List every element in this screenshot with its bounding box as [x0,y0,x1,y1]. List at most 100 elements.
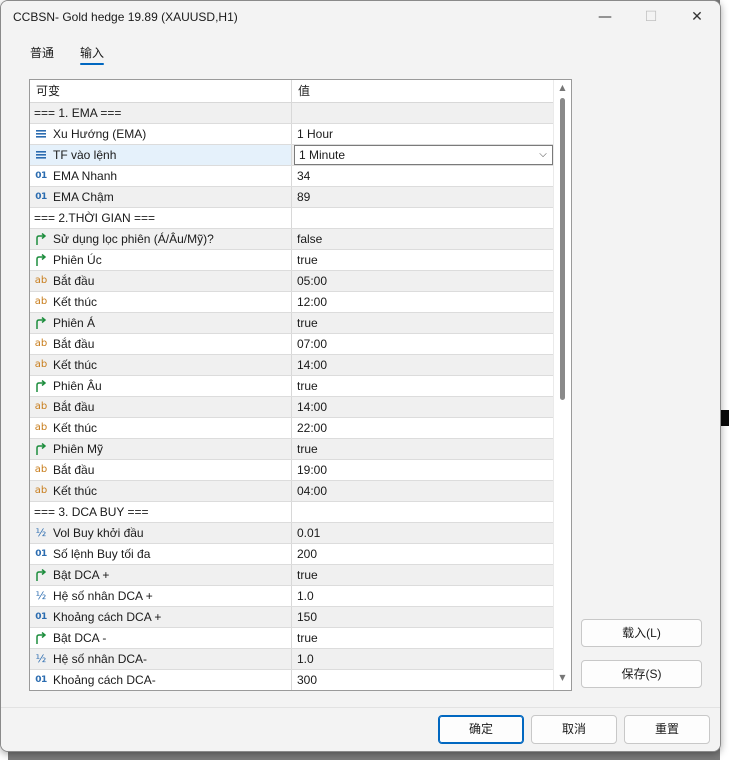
scrollbar-thumb[interactable] [560,98,565,400]
ok-button[interactable]: 确定 [438,715,524,744]
scroll-up-arrow-icon[interactable]: ▲ [554,83,571,97]
parameter-value-cell[interactable]: 89 [292,187,553,207]
parameter-value-cell[interactable]: 12:00 [292,292,553,312]
group-header-row[interactable]: === 2.THỜI GIAN === [30,208,571,229]
parameter-row[interactable]: ab Bắt đầu 05:00 [30,271,571,292]
parameter-row[interactable]: ab Kết thúc 12:00 [30,292,571,313]
parameter-value-cell[interactable]: true [292,376,553,396]
parameter-value-cell[interactable]: false [292,229,553,249]
parameter-row[interactable]: Bật DCA + true [30,565,571,586]
parameter-value: 1.0 [297,589,314,603]
parameter-row[interactable]: Sử dụng lọc phiên (Á/Âu/Mỹ)? false [30,229,571,250]
parameter-row[interactable]: 01 EMA Chậm 89 [30,187,571,208]
parameter-value-cell[interactable]: 19:00 [292,460,553,480]
integer-type-icon: 01 [35,171,47,181]
parameter-row[interactable]: ab Bắt đầu 19:00 [30,460,571,481]
parameter-value-cell[interactable]: 0.01 [292,523,553,543]
parameter-value-cell[interactable] [292,502,553,522]
title-bar[interactable]: CCBSN- Gold hedge 19.89 (XAUUSD,H1) — ☐ … [1,1,720,33]
parameter-name-cell: === 1. EMA === [30,103,292,123]
group-header-row[interactable]: === 3. DCA BUY === [30,502,571,523]
parameter-row[interactable]: 01 Khoảng cách DCA + 150 [30,607,571,628]
chevron-down-icon[interactable]: ⌵ [534,145,552,165]
parameter-value-cell[interactable]: 14:00 [292,397,553,417]
parameter-value-cell[interactable]: 04:00 [292,481,553,501]
timeframe-select[interactable]: 1 Minute ⌵ [294,145,553,165]
parameter-value-cell[interactable]: true [292,313,553,333]
parameter-row[interactable]: Bật DCA - true [30,628,571,649]
parameter-value-cell[interactable]: 300 [292,670,553,690]
parameter-row[interactable]: TF vào lệnh 1 Minute ⌵ [30,145,571,166]
parameter-row[interactable]: ½ Hệ số nhân DCA + 1.0 [30,586,571,607]
tab-common[interactable]: 普通 [30,44,54,65]
parameter-name-cell: Phiên Á [30,313,292,333]
parameter-value-cell[interactable] [292,103,553,123]
group-header-row[interactable]: === 1. EMA === [30,103,571,124]
parameter-value-cell[interactable]: 22:00 [292,418,553,438]
parameter-row[interactable]: Phiên Mỹ true [30,439,571,460]
parameter-row[interactable]: ab Bắt đầu 14:00 [30,397,571,418]
parameter-name: === 3. DCA BUY === [34,505,149,519]
double-type-icon: ½ [35,526,47,539]
parameter-name-cell: ab Kết thúc [30,355,292,375]
parameter-row[interactable]: ab Kết thúc 04:00 [30,481,571,502]
parameter-value: 200 [297,547,318,561]
save-button[interactable]: 保存(S) [581,660,702,688]
enum-type-icon [34,148,48,162]
parameter-row[interactable]: Phiên Âu true [30,376,571,397]
parameter-value-cell[interactable]: true [292,565,553,585]
parameter-value-cell[interactable]: 150 [292,607,553,627]
parameter-name: Hệ số nhân DCA- [53,652,148,666]
parameter-value-cell[interactable]: 07:00 [292,334,553,354]
scroll-down-arrow-icon[interactable]: ▼ [554,673,571,687]
parameter-value-cell[interactable]: true [292,628,553,648]
parameter-row[interactable]: ½ Vol Buy khởi đầu 0.01 [30,523,571,544]
close-button[interactable]: ✕ [674,1,720,33]
parameter-name: TF vào lệnh [53,148,117,162]
string-type-icon: ab [34,422,48,433]
parameter-name-cell: ab Bắt đầu [30,460,292,480]
parameter-row[interactable]: ab Kết thúc 14:00 [30,355,571,376]
cancel-button[interactable]: 取消 [531,715,617,744]
header-value[interactable]: 值 [292,80,553,102]
parameter-value-cell[interactable]: true [292,250,553,270]
timeframe-select-value: 1 Minute [299,148,346,162]
vertical-scrollbar[interactable]: ▲ ▼ [553,80,571,690]
header-variable[interactable]: 可变 [30,80,292,102]
parameter-name: Bắt đầu [53,463,95,477]
parameter-value-cell[interactable]: 14:00 [292,355,553,375]
parameter-value-cell[interactable]: 05:00 [292,271,553,291]
parameter-row[interactable]: 01 EMA Nhanh 34 [30,166,571,187]
parameter-value-cell[interactable]: 1.0 [292,649,553,669]
integer-type-icon: 01 [35,675,47,685]
reset-button[interactable]: 重置 [624,715,710,744]
load-button[interactable]: 载入(L) [581,619,702,647]
parameter-row[interactable]: ½ Hệ số nhân DCA- 1.0 [30,649,571,670]
dialog-footer: 确定 取消 重置 [1,707,720,751]
minimize-button[interactable]: — [582,1,628,33]
parameter-row[interactable]: Phiên Á true [30,313,571,334]
parameter-row[interactable]: Phiên Úc true [30,250,571,271]
parameter-value: 0.01 [297,526,321,540]
parameter-value: true [297,316,318,330]
parameter-value-cell[interactable]: 1 Hour [292,124,553,144]
maximize-button[interactable]: ☐ [628,1,674,33]
parameter-value-cell[interactable]: 200 [292,544,553,564]
parameter-value: 14:00 [297,358,328,372]
parameter-row[interactable]: ab Bắt đầu 07:00 [30,334,571,355]
parameter-row[interactable]: 01 Số lệnh Buy tối đa 200 [30,544,571,565]
parameter-value-cell[interactable]: 1 Minute ⌵ [292,145,553,165]
parameter-value-cell[interactable] [292,208,553,228]
double-type-icon: ½ [35,589,47,602]
parameter-row[interactable]: ab Kết thúc 22:00 [30,418,571,439]
parameter-row[interactable]: Xu Hướng (EMA) 1 Hour [30,124,571,145]
parameter-value-cell[interactable]: 1.0 [292,586,553,606]
tab-inputs[interactable]: 输入 [80,44,105,65]
bool-type-icon [34,568,48,582]
parameter-value-cell[interactable]: true [292,439,553,459]
parameter-value: 89 [297,190,311,204]
parameter-value-cell[interactable]: 34 [292,166,553,186]
string-type-icon: ab [34,359,48,370]
parameter-name-cell: ½ Vol Buy khởi đầu [30,523,292,543]
parameter-row[interactable]: 01 Khoảng cách DCA- 300 [30,670,571,690]
